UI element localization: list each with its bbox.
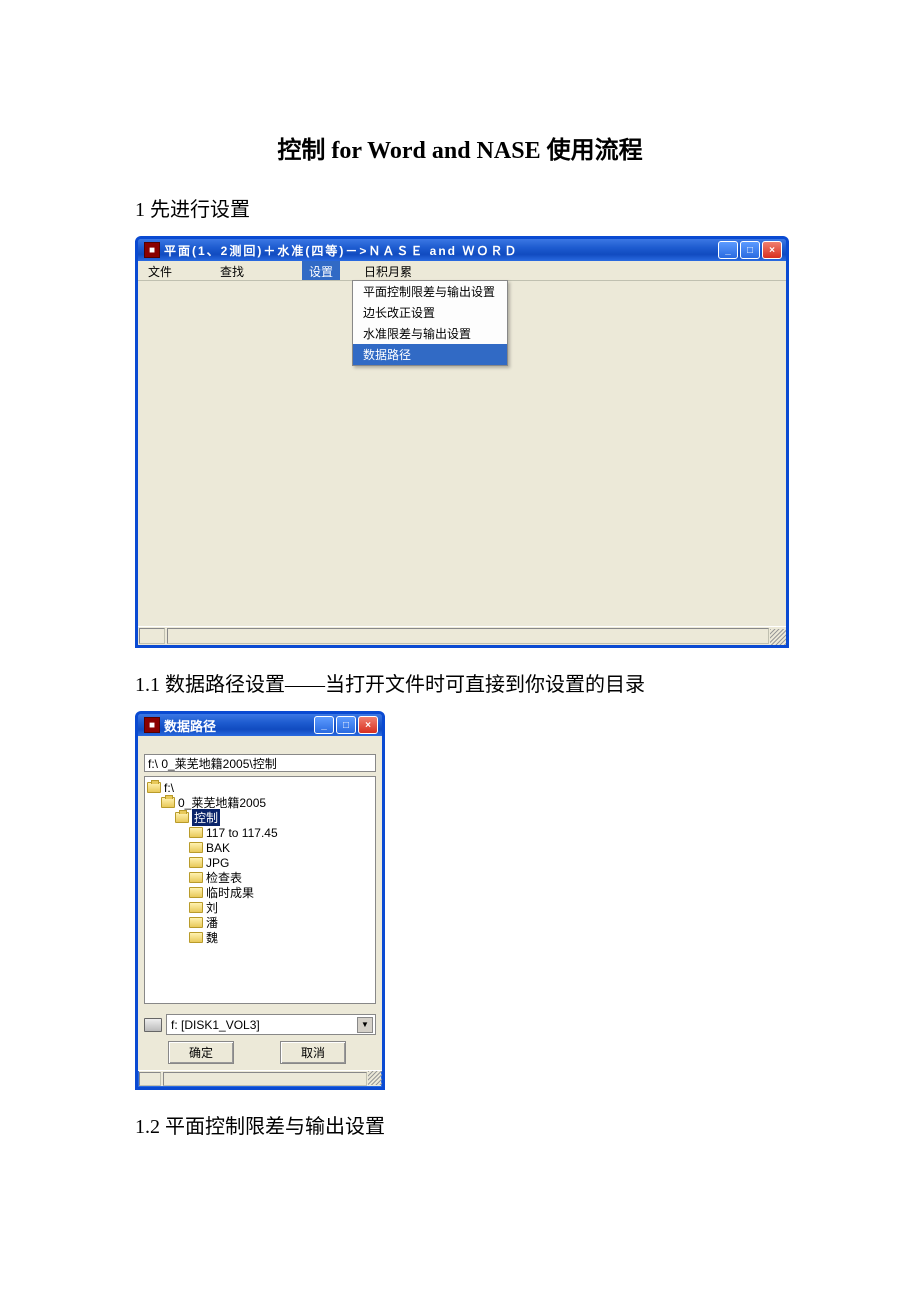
data-path-dialog: ■ 数据路径 _ □ × f:\ 0_莱芜地籍2005 控制 117 to 11… (135, 711, 385, 1090)
status-cell (163, 1072, 367, 1086)
status-bar (138, 1070, 382, 1087)
menuitem-level-limits[interactable]: 水准限差与输出设置 (353, 323, 507, 344)
minimize-button[interactable]: _ (718, 241, 738, 259)
path-input[interactable] (144, 754, 376, 772)
close-button[interactable]: × (762, 241, 782, 259)
folder-open-icon (175, 812, 189, 823)
drive-label: f: [DISK1_VOL3] (171, 1018, 260, 1032)
menubar: 文件 查找 设置 日积月累 (138, 261, 786, 281)
drive-select[interactable]: f: [DISK1_VOL3] ▼ (166, 1014, 376, 1035)
menuitem-data-path[interactable]: 数据路径 (353, 344, 507, 365)
menuitem-edge-correction[interactable]: 边长改正设置 (353, 302, 507, 323)
folder-icon (189, 902, 203, 913)
tree-node[interactable]: 魏 (147, 930, 373, 945)
menu-riji[interactable]: 日积月累 (340, 261, 432, 280)
tree-node-selected[interactable]: 控制 (147, 810, 373, 825)
folder-icon (189, 917, 203, 928)
folder-tree[interactable]: f:\ 0_莱芜地籍2005 控制 117 to 117.45 BAK JPG … (144, 776, 376, 1004)
folder-icon (189, 932, 203, 943)
folder-open-icon (161, 797, 175, 808)
menu-settings[interactable]: 设置 (302, 261, 340, 280)
tree-node[interactable]: 刘 (147, 900, 373, 915)
status-cell (139, 1072, 161, 1086)
close-button[interactable]: × (358, 716, 378, 734)
document-title: 控制 for Word and NASE 使用流程 (135, 130, 785, 165)
heading-1: 1 先进行设置 (135, 193, 785, 222)
settings-dropdown: 平面控制限差与输出设置 边长改正设置 水准限差与输出设置 数据路径 (352, 280, 508, 366)
folder-icon (189, 842, 203, 853)
cancel-button[interactable]: 取消 (280, 1041, 346, 1064)
folder-icon (189, 887, 203, 898)
menu-file[interactable]: 文件 (138, 261, 210, 280)
menuitem-plane-limits[interactable]: 平面控制限差与输出设置 (353, 281, 507, 302)
tree-node[interactable]: 临时成果 (147, 885, 373, 900)
folder-open-icon (147, 782, 161, 793)
app-icon: ■ (144, 242, 160, 258)
maximize-button[interactable]: □ (336, 716, 356, 734)
minimize-button[interactable]: _ (314, 716, 334, 734)
chevron-down-icon[interactable]: ▼ (357, 1017, 373, 1033)
window-title: 平面(1、2测回)＋水准(四等)－>ＮＡＳＥ and ＷＯＲＤ (164, 242, 718, 259)
maximize-button[interactable]: □ (740, 241, 760, 259)
drive-icon (144, 1018, 162, 1032)
tree-node[interactable]: f:\ (147, 780, 373, 795)
folder-icon (189, 827, 203, 838)
resize-grip-icon[interactable] (770, 629, 786, 645)
tree-node[interactable]: 检查表 (147, 870, 373, 885)
heading-1-1: 1.1 数据路径设置——当打开文件时可直接到你设置的目录 (135, 668, 785, 697)
status-cell (139, 628, 165, 644)
app-icon: ■ (144, 717, 160, 733)
dialog-title: 数据路径 (164, 716, 314, 735)
tree-node[interactable]: BAK (147, 840, 373, 855)
ok-button[interactable]: 确定 (168, 1041, 234, 1064)
tree-node[interactable]: 潘 (147, 915, 373, 930)
folder-icon (189, 857, 203, 868)
titlebar[interactable]: ■ 数据路径 _ □ × (138, 714, 382, 736)
heading-1-2: 1.2 平面控制限差与输出设置 (135, 1110, 785, 1139)
status-bar (138, 626, 786, 645)
folder-icon (189, 872, 203, 883)
titlebar[interactable]: ■ 平面(1、2测回)＋水准(四等)－>ＮＡＳＥ and ＷＯＲＤ _ □ × (138, 239, 786, 261)
main-app-window: ■ 平面(1、2测回)＋水准(四等)－>ＮＡＳＥ and ＷＯＲＤ _ □ × … (135, 236, 789, 648)
tree-node[interactable]: JPG (147, 855, 373, 870)
tree-node[interactable]: 0_莱芜地籍2005 (147, 795, 373, 810)
menu-find[interactable]: 查找 (210, 261, 302, 280)
resize-grip-icon[interactable] (368, 1071, 382, 1085)
status-cell (167, 628, 769, 644)
tree-node[interactable]: 117 to 117.45 (147, 825, 373, 840)
